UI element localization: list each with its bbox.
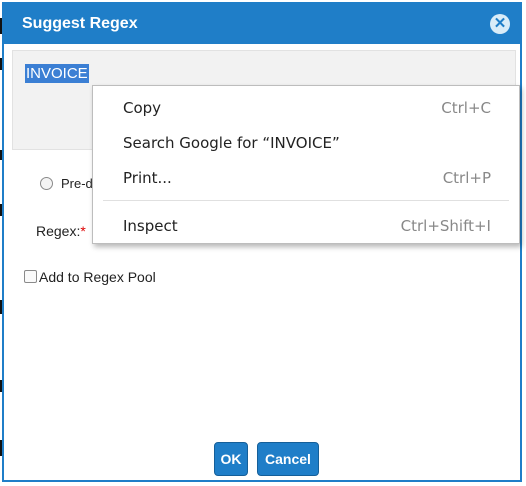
menu-item-label: Search Google for “INVOICE” (123, 134, 340, 152)
predefined-radio-label: Pre-d (61, 176, 93, 191)
close-icon[interactable]: ✕ (490, 14, 510, 34)
regex-label-text: Regex: (36, 223, 81, 239)
dialog-title: Suggest Regex (22, 15, 138, 32)
menu-separator (103, 200, 509, 201)
menu-item-label: Inspect (123, 217, 178, 235)
menu-item-shortcut: Ctrl+C (441, 99, 491, 117)
cancel-button[interactable]: Cancel (257, 442, 319, 476)
menu-item-inspect[interactable]: Inspect Ctrl+Shift+I (93, 210, 519, 242)
selected-text[interactable]: INVOICE (25, 64, 89, 83)
menu-item-print[interactable]: Print... Ctrl+P (93, 162, 519, 194)
menu-item-shortcut: Ctrl+P (442, 169, 491, 187)
menu-item-shortcut: Ctrl+Shift+I (400, 217, 491, 235)
regex-label: Regex:* (36, 223, 86, 239)
required-mark: * (80, 223, 86, 239)
regex-pool-label: Add to Regex Pool (39, 269, 156, 285)
context-menu: Copy Ctrl+C Search Google for “INVOICE” … (92, 85, 520, 244)
menu-item-search-google[interactable]: Search Google for “INVOICE” (93, 127, 519, 159)
menu-item-label: Print... (123, 169, 172, 187)
regex-pool-checkbox[interactable] (24, 270, 37, 283)
menu-item-label: Copy (123, 99, 162, 117)
dialog-titlebar: Suggest Regex ✕ (4, 4, 520, 44)
ok-button[interactable]: OK (214, 442, 248, 476)
menu-item-copy[interactable]: Copy Ctrl+C (93, 92, 519, 124)
predefined-radio[interactable] (40, 177, 53, 190)
